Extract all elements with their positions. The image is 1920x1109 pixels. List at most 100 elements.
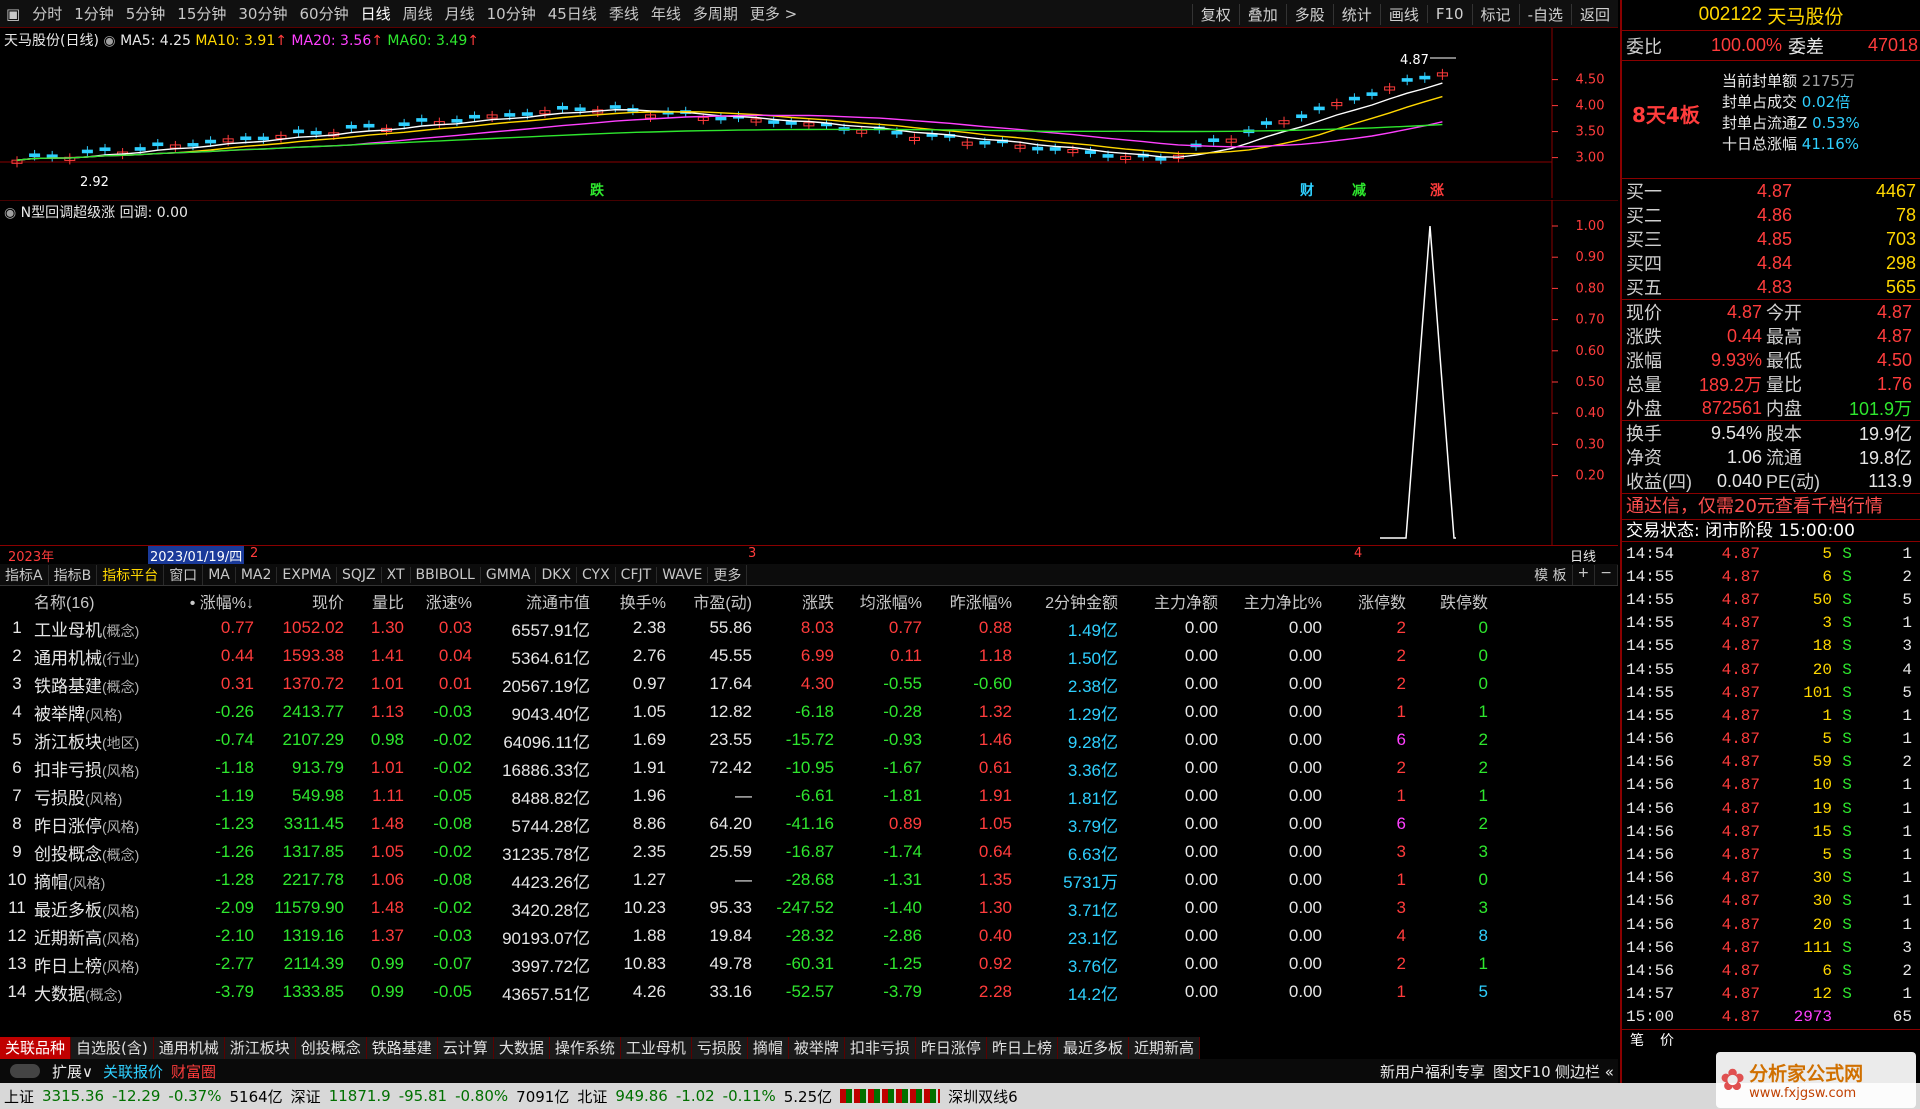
window-menu-icon[interactable]: ▣ (0, 5, 26, 23)
indicator-tab[interactable]: CFJT (616, 566, 658, 583)
column-header[interactable]: 涨跌 (752, 589, 834, 613)
tool-button[interactable]: 标记 (1471, 3, 1519, 25)
table-row[interactable]: 9 创投概念(概念) -1.26 1317.85 1.05 -0.02 31235.78亿 2… (0, 838, 1600, 866)
indicator-tab[interactable]: 更多 (708, 564, 748, 585)
f10-link[interactable]: 图文F10 (1493, 1061, 1551, 1082)
column-header[interactable]: 2分钟金额 (1012, 589, 1118, 613)
bid-row[interactable]: 买一 4.87 4467 (1622, 179, 1920, 203)
sector-name[interactable]: 摘帽(风格) (34, 868, 184, 893)
table-row[interactable]: 7 亏损股(风格) -1.19 549.98 1.11 -0.05 8488.82亿 1.96… (0, 782, 1600, 810)
tool-button[interactable]: 叠加 (1238, 3, 1286, 25)
indicator-tab[interactable]: 指标B (49, 564, 98, 585)
event-marker[interactable]: 财 (1299, 182, 1314, 198)
related-quote-button[interactable]: 关联报价 (103, 1061, 163, 1082)
indicator-tab[interactable]: 指标平台 (97, 564, 165, 585)
tool-button[interactable]: 画线 (1379, 3, 1427, 25)
block-tab[interactable]: 创投概念 (295, 1037, 367, 1059)
indicator-tab[interactable]: SQJZ (337, 566, 382, 583)
template-tab[interactable]: + (1573, 564, 1596, 585)
table-row[interactable]: 8 昨日涨停(风格) -1.23 3311.45 1.48 -0.08 5744.28亿 8.… (0, 810, 1600, 838)
period-tab[interactable]: 5分钟 (120, 3, 172, 24)
template-tab[interactable]: 模 板 (1529, 564, 1573, 585)
block-tab[interactable]: 昨日涨停 (915, 1037, 987, 1059)
block-tab[interactable]: 摘帽 (747, 1037, 789, 1059)
indicator-tab[interactable]: WAVE (657, 566, 709, 583)
tool-button[interactable]: -自选 (1518, 3, 1571, 25)
indicator-tab[interactable]: EXPMA (277, 566, 337, 583)
tool-button[interactable]: 返回 (1570, 3, 1618, 25)
bid-row[interactable]: 买四 4.84 298 (1622, 251, 1920, 275)
block-tab[interactable]: 扣非亏损 (844, 1037, 916, 1059)
period-tab[interactable]: 30分钟 (232, 3, 293, 24)
bid-row[interactable]: 买三 4.85 703 (1622, 227, 1920, 251)
block-tab[interactable]: 浙江板块 (224, 1037, 296, 1059)
column-header[interactable]: 主力净额 (1118, 589, 1218, 613)
block-tab[interactable]: 昨日上榜 (986, 1037, 1058, 1059)
period-tab[interactable]: 45日线 (542, 3, 603, 24)
sector-name[interactable]: 浙江板块(地区) (34, 728, 184, 753)
column-header[interactable]: 涨停数 (1322, 589, 1406, 613)
event-marker[interactable]: 减 (1352, 182, 1366, 198)
block-tab[interactable]: 大数据 (493, 1037, 550, 1059)
period-tab[interactable]: 周线 (397, 3, 439, 24)
block-tab[interactable]: 被举牌 (788, 1037, 845, 1059)
tool-button[interactable]: 多股 (1285, 3, 1333, 25)
wealth-circle-button[interactable]: 财富圈 (171, 1061, 216, 1082)
sector-name[interactable]: 工业母机(概念) (34, 616, 184, 641)
tool-button[interactable]: F10 (1426, 5, 1472, 23)
tool-button[interactable]: 复权 (1191, 3, 1239, 25)
block-tab[interactable]: 自选股(含) (71, 1037, 154, 1059)
sector-name[interactable]: 创投概念(概念) (34, 840, 184, 865)
column-header[interactable]: 涨速% (404, 589, 472, 613)
column-header[interactable]: 现价 (254, 589, 344, 613)
table-row[interactable]: 6 扣非亏损(风格) -1.18 913.79 1.01 -0.02 16886.33亿 1.… (0, 754, 1600, 782)
promo-banner[interactable]: 通达信，仅需20元查看千档行情 (1622, 493, 1920, 519)
table-row[interactable]: 14 大数据(概念) -3.79 1333.85 0.99 -0.05 43657.51亿 4… (0, 978, 1600, 1006)
table-row[interactable]: 4 被举牌(风格) -0.26 2413.77 1.13 -0.03 9043.40亿 1.0… (0, 698, 1600, 726)
table-row[interactable]: 13 昨日上榜(风格) -2.77 2114.39 0.99 -0.07 3997.72亿 1… (0, 950, 1600, 978)
column-header[interactable]: 主力净比% (1218, 589, 1322, 613)
table-row[interactable]: 11 最近多板(风格) -2.09 11579.90 1.48 -0.02 3420.28亿… (0, 894, 1600, 922)
table-row[interactable]: 2 通用机械(行业) 0.44 1593.38 1.41 0.04 5364.61亿 2.76… (0, 642, 1600, 670)
period-tab[interactable]: 1分钟 (68, 3, 120, 24)
tab-bi[interactable]: 笔 (1622, 1030, 1652, 1050)
tab-jia[interactable]: 价 (1652, 1030, 1682, 1050)
settings-icon[interactable]: ◉ (103, 33, 115, 49)
column-header[interactable]: • 涨幅%↓ (184, 589, 254, 613)
sector-name[interactable]: 扣非亏损(风格) (34, 756, 184, 781)
sector-name[interactable]: 通用机械(行业) (34, 644, 184, 669)
sidebar-toggle[interactable]: 侧边栏 « (1555, 1061, 1614, 1082)
indicator-tab[interactable]: CYX (577, 566, 616, 583)
sh-index[interactable]: 3315.36 (42, 1087, 104, 1105)
table-row[interactable]: 12 近期新高(风格) -2.10 1319.16 1.37 -0.03 90193.07亿… (0, 922, 1600, 950)
period-tab[interactable]: 更多 > (744, 3, 803, 24)
column-header[interactable]: 市盈(动) (666, 589, 752, 613)
block-tab[interactable]: 亏损股 (691, 1037, 748, 1059)
block-tab[interactable]: 操作系统 (549, 1037, 621, 1059)
block-tab[interactable]: 工业母机 (620, 1037, 692, 1059)
block-tab[interactable]: 通用机械 (153, 1037, 225, 1059)
block-tab[interactable]: 铁路基建 (366, 1037, 438, 1059)
period-tab[interactable]: 60分钟 (293, 3, 354, 24)
bid-row[interactable]: 买二 4.86 78 (1622, 203, 1920, 227)
sector-name[interactable]: 近期新高(风格) (34, 924, 184, 949)
indicator-tab[interactable]: BBIBOLL (411, 566, 481, 583)
period-tab[interactable]: 多周期 (687, 3, 744, 24)
indicator-tab[interactable]: GMMA (481, 566, 537, 583)
indicator-settings-icon[interactable]: ◉ (4, 205, 16, 221)
indicator-chart[interactable]: 1.00 0.90 0.80 0.70 0.60 0.50 0.40 0.30 0.20 (0, 200, 1618, 545)
period-tab[interactable]: 月线 (439, 3, 481, 24)
block-tab[interactable]: 云计算 (437, 1037, 494, 1059)
kline-chart[interactable]: 4.50 4.00 3.50 3.00 4.87 2.92 跌 财 减 涨 (0, 28, 1618, 198)
sector-name[interactable]: 昨日上榜(风格) (34, 952, 184, 977)
sz-index[interactable]: 11871.9 (329, 1087, 391, 1105)
period-tab[interactable]: 日线 (355, 3, 397, 24)
block-tab[interactable]: 关联品种 (0, 1037, 72, 1059)
event-marker[interactable]: 涨 (1430, 183, 1444, 198)
toggle-switch[interactable] (10, 1064, 40, 1078)
period-tab[interactable]: 10分钟 (481, 3, 542, 24)
column-header[interactable]: 名称(16) (34, 589, 184, 613)
table-row[interactable]: 5 浙江板块(地区) -0.74 2107.29 0.98 -0.02 64096.11亿 1… (0, 726, 1600, 754)
template-tab[interactable]: − (1595, 564, 1618, 585)
sector-name[interactable]: 昨日涨停(风格) (34, 812, 184, 837)
